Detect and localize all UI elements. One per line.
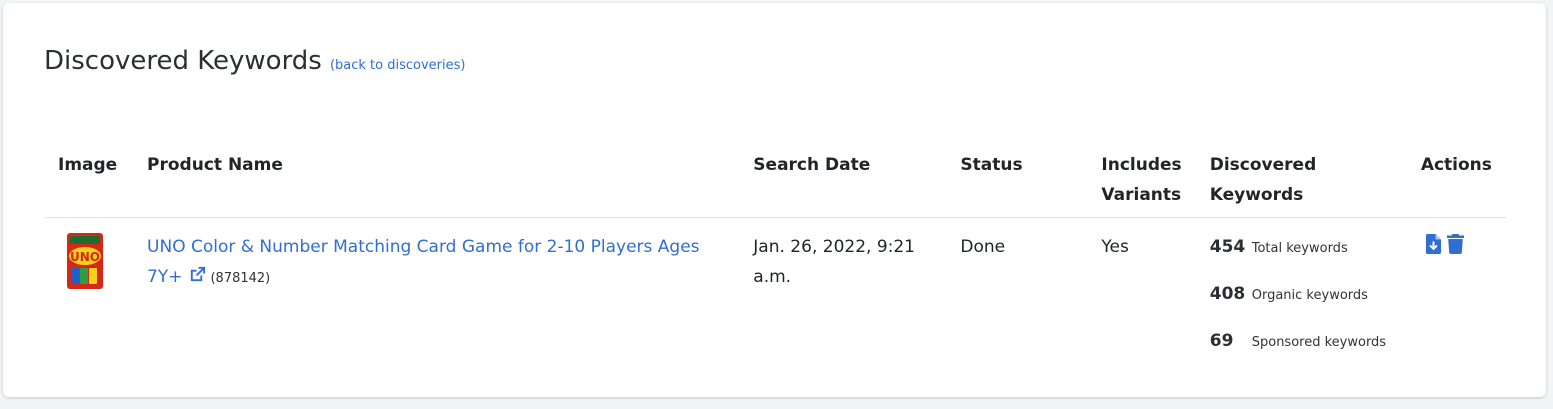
external-link-icon[interactable] [188,264,207,294]
trash-icon[interactable] [1446,234,1464,264]
product-name-cell: UNO Color & Number Matching Card Game fo… [133,218,739,354]
product-thumbnail: UNO [67,233,103,289]
total-keywords-row: 454 Total keywords [1210,237,1393,259]
search-date-cell: Jan. 26, 2022, 9:21 a.m. [753,237,915,287]
total-keywords-count: 454 [1209,237,1246,257]
page-title: Discovered Keywords [44,46,322,76]
header-product-name: Product Name [133,150,740,218]
sponsored-keywords-label: Sponsored keywords [1251,335,1387,350]
file-download-icon[interactable] [1425,234,1441,264]
actions-cell [1407,218,1506,354]
image-cell: UNO [44,218,133,354]
header-status: Status [946,150,1088,218]
keywords-table: Image Product Name Search Date Status In… [44,150,1506,353]
table-header-row: Image Product Name Search Date Status In… [44,150,1506,218]
header-image: Image [44,150,134,218]
header-discovered-keywords: Discovered Keywords [1195,150,1407,218]
table-row: UNO UNO Color & Number Matching Card Gam… [44,218,1506,354]
action-icons [1421,232,1492,264]
organic-keywords-count: 408 [1209,284,1246,304]
sponsored-keywords-row: 69 Sponsored keywords [1210,331,1393,353]
organic-keywords-label: Organic keywords [1251,288,1368,303]
product-id: (878142) [210,271,271,286]
includes-variants-cell: Yes [1101,237,1129,257]
total-keywords-label: Total keywords [1251,241,1348,256]
title-row: Discovered Keywords (back to discoveries… [44,46,465,76]
keywords-card: Discovered Keywords (back to discoveries… [3,3,1546,397]
back-to-discoveries-link[interactable]: (back to discoveries) [330,58,466,73]
product-thumbnail-text: UNO [70,250,100,264]
status-cell: Done [960,237,1006,257]
organic-keywords-row: 408 Organic keywords [1210,284,1393,306]
header-includes-variants: Includes Variants [1087,150,1196,218]
sponsored-keywords-count: 69 [1209,331,1234,351]
header-search-date: Search Date [739,150,947,218]
discovered-keywords-cell: 454 Total keywords 408 Organic keywords … [1196,218,1407,354]
header-actions: Actions [1406,150,1506,218]
